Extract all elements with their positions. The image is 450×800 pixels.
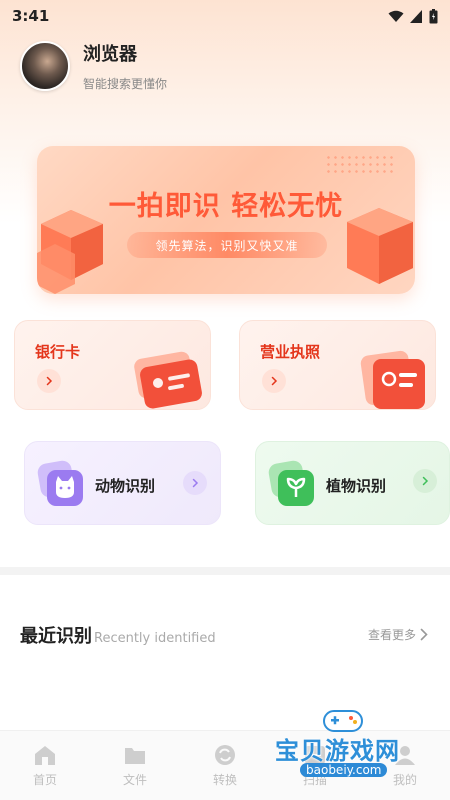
animal-recognition-button[interactable]: 动物识别: [24, 441, 221, 525]
cat-icon: [37, 460, 83, 506]
chevron-right-icon: [46, 376, 53, 386]
recent-title: 最近识别: [20, 626, 92, 647]
business-license-button[interactable]: 营业执照: [239, 320, 436, 410]
status-bar: 3:41: [0, 0, 450, 32]
bank-card-arrow-button[interactable]: [37, 369, 61, 393]
section-divider: [0, 567, 450, 575]
tab-files-label: 文件: [122, 772, 147, 787]
recent-subtitle: Recently identified: [94, 631, 216, 646]
profile-header[interactable]: 浏览器 智能搜索更懂你: [20, 40, 167, 92]
watermark-text: 宝贝游戏网: [275, 737, 400, 765]
profile-subtitle: 智能搜索更懂你: [83, 77, 168, 91]
chevron-right-icon: [420, 628, 428, 641]
business-license-arrow-button[interactable]: [262, 369, 286, 393]
plant-recognition-label: 植物识别: [326, 477, 387, 495]
profile-text: 浏览器 智能搜索更懂你: [83, 40, 167, 92]
banner-subtitle: 领先算法，识别又快又准: [155, 238, 299, 253]
banner-dots-decoration: [325, 154, 395, 176]
animal-recognition-arrow-button[interactable]: [183, 471, 207, 495]
profile-name: 浏览器: [83, 44, 137, 65]
tab-home[interactable]: 首页: [15, 744, 75, 788]
bank-card-title: 银行卡: [35, 343, 81, 361]
bank-card-button[interactable]: 银行卡: [14, 320, 211, 410]
folder-icon: [125, 747, 145, 764]
banner-subtitle-pill: 领先算法，识别又快又准: [127, 232, 327, 258]
tab-home-label: 首页: [32, 772, 57, 787]
wifi-icon: [388, 10, 404, 22]
tab-convert[interactable]: 转换: [195, 744, 255, 788]
animal-recognition-label: 动物识别: [95, 477, 156, 495]
plant-recognition-arrow-button[interactable]: [413, 469, 437, 493]
view-more-label: 查看更多: [367, 628, 416, 642]
watermark-url: baobeiy.com: [300, 763, 388, 777]
promo-banner[interactable]: 一拍即识 轻松无忧 领先算法，识别又快又准: [37, 146, 415, 294]
view-more-link[interactable]: 查看更多: [368, 626, 428, 643]
recent-section-header: 最近识别 Recently identified: [20, 622, 216, 648]
convert-icon: [215, 744, 235, 765]
chevron-right-icon: [192, 478, 199, 488]
home-icon: [35, 745, 55, 765]
tab-files[interactable]: 文件: [105, 744, 165, 788]
signal-icon: [410, 9, 422, 23]
leaf-icon: [268, 460, 314, 506]
license-icon: [360, 350, 425, 409]
battery-icon: [429, 8, 438, 23]
plant-recognition-button[interactable]: 植物识别: [255, 441, 450, 525]
status-icons: [388, 8, 438, 24]
status-time: 3:41: [12, 7, 50, 25]
watermark: 宝贝游戏网 baobeiy.com: [255, 705, 445, 790]
chevron-right-icon: [271, 376, 278, 386]
tab-convert-label: 转换: [212, 772, 237, 787]
business-license-title: 营业执照: [260, 343, 321, 361]
banner-title: 一拍即识 轻松无忧: [108, 191, 344, 222]
avatar[interactable]: [20, 41, 70, 91]
bank-card-icon: [134, 351, 202, 409]
chevron-right-icon: [422, 476, 429, 486]
